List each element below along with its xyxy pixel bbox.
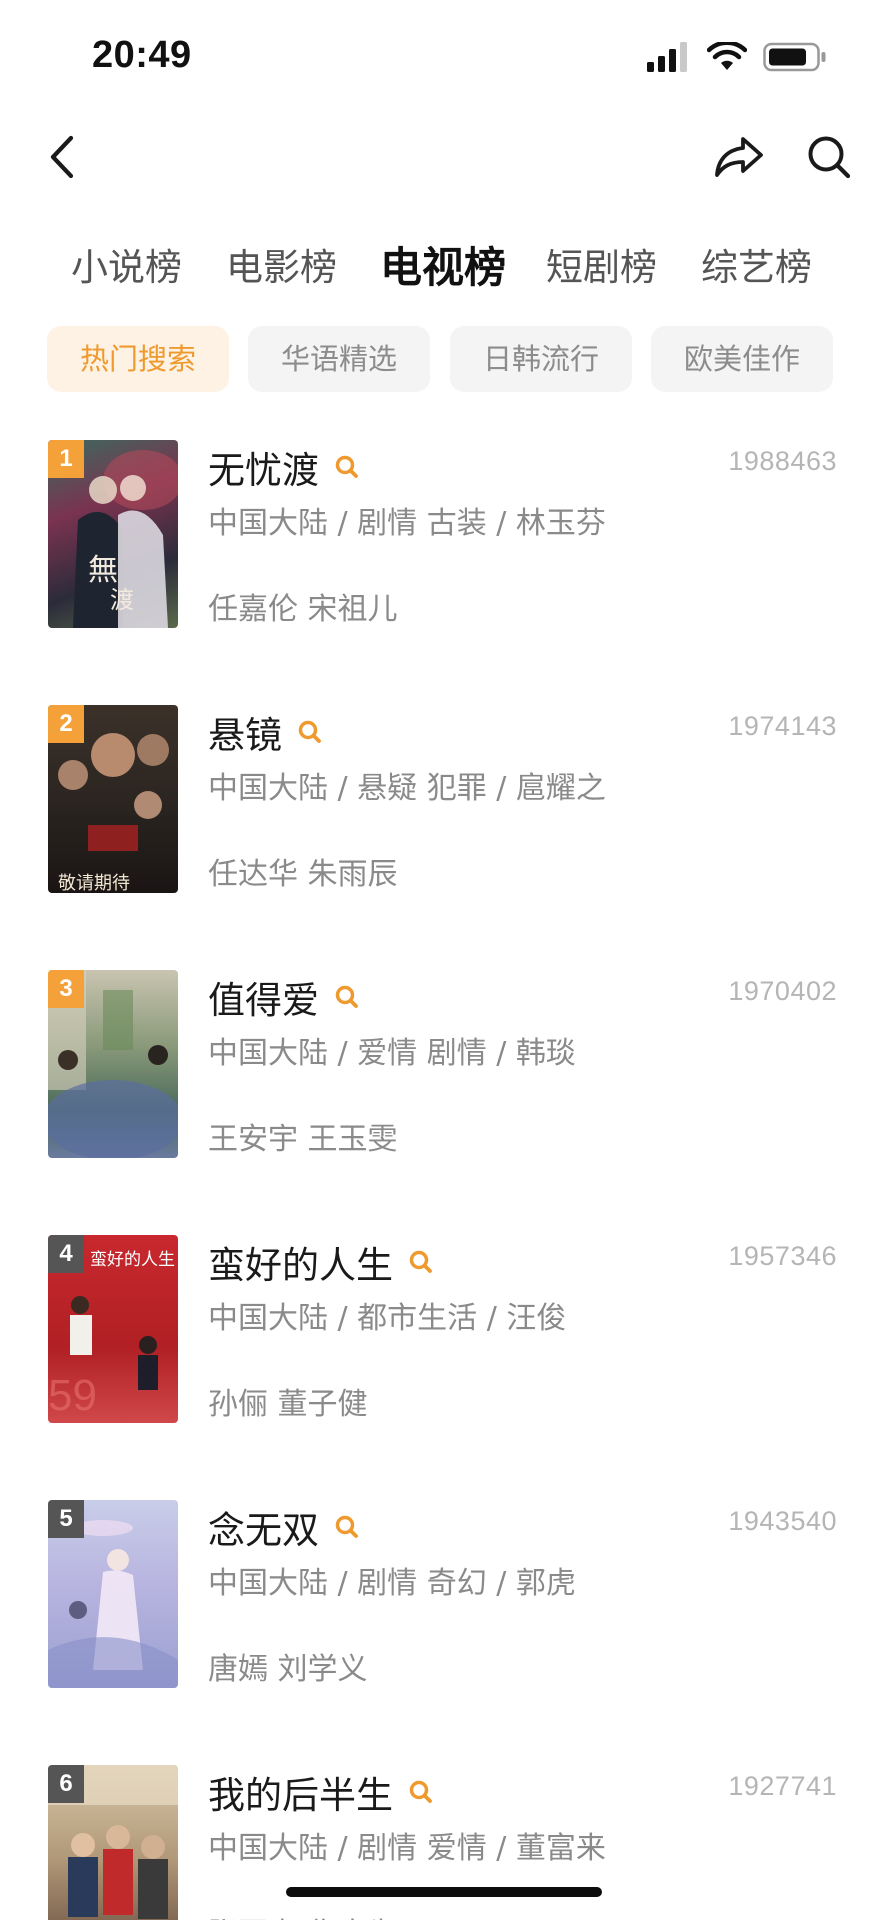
list-item[interactable]: 敬请期待 2 悬镜 1974143 中国大陆 / 悬疑 犯罪 / 扈耀之 任达华… — [0, 705, 887, 895]
item-meta: 中国大陆 / 悬疑 犯罪 / 扈耀之 — [208, 771, 606, 806]
battery-icon — [763, 42, 826, 72]
rank-badge: 1 — [48, 440, 84, 478]
search-icon[interactable] — [333, 983, 361, 1011]
item-cast: 任达华 朱雨辰 — [208, 857, 398, 892]
status-icons — [647, 42, 827, 72]
search-icon[interactable] — [407, 1248, 435, 1276]
hot-score: 1957346 — [728, 1241, 837, 1271]
chevron-left-icon — [50, 135, 74, 179]
tab-novel[interactable]: 小说榜 — [71, 232, 182, 304]
item-meta: 中国大陆 / 剧情 爱情 / 董富来 — [208, 1831, 606, 1866]
search-icon[interactable] — [333, 453, 361, 481]
item-title[interactable]: 悬镜 — [208, 705, 282, 759]
tab-short-drama[interactable]: 短剧榜 — [546, 232, 657, 304]
search-icon[interactable] — [333, 1513, 361, 1541]
wifi-icon — [707, 42, 747, 70]
hot-score: 1974143 — [728, 711, 837, 741]
svg-text:59: 59 — [48, 1371, 97, 1420]
rank-badge: 3 — [48, 970, 84, 1008]
title-row: 无忧渡 — [208, 442, 361, 492]
back-button[interactable] — [36, 124, 88, 190]
status-time: 20:49 — [92, 34, 192, 76]
poster-image[interactable]: 蛮好的人生 59 4 — [48, 1235, 178, 1423]
rank-badge: 2 — [48, 705, 84, 743]
poster-image[interactable]: 6 — [48, 1765, 178, 1920]
chip-chinese[interactable]: 华语精选 — [248, 326, 430, 392]
tab-tv[interactable]: 电视榜 — [380, 232, 506, 304]
svg-text:無: 無 — [88, 553, 118, 588]
item-title[interactable]: 念无双 — [208, 1500, 319, 1554]
title-row: 值得爱 — [208, 972, 361, 1022]
poster-image[interactable]: 3 — [48, 970, 178, 1158]
rank-badge: 5 — [48, 1500, 84, 1538]
item-title[interactable]: 蛮好的人生 — [208, 1235, 393, 1289]
tab-variety[interactable]: 综艺榜 — [701, 232, 812, 304]
filter-chips: 热门搜索 华语精选 日韩流行 欧美佳作 — [0, 326, 887, 394]
item-title[interactable]: 我的后半生 — [208, 1765, 393, 1819]
title-row: 我的后半生 — [208, 1767, 435, 1817]
item-cast: 唐嫣 刘学义 — [208, 1652, 368, 1687]
hot-score: 1943540 — [728, 1506, 837, 1536]
cellular-signal-icon — [647, 42, 687, 72]
item-cast: 任嘉伦 宋祖儿 — [208, 592, 398, 627]
item-cast: 孙俪 董子健 — [208, 1387, 368, 1422]
hot-score: 1927741 — [728, 1771, 837, 1801]
chip-hot-search[interactable]: 热门搜索 — [47, 326, 229, 392]
item-meta: 中国大陆 / 剧情 奇幻 / 郭虎 — [208, 1566, 576, 1601]
category-tabs: 小说榜 电影榜 电视榜 短剧榜 综艺榜 — [0, 232, 887, 312]
page: 20:49 小说榜 电影榜 电视榜 短剧榜 综艺榜 热门搜索 华语精选 日韩流行… — [0, 0, 887, 1920]
poster-image[interactable]: 無 渡 1 — [48, 440, 178, 628]
rank-badge: 6 — [48, 1765, 84, 1803]
svg-text:渡: 渡 — [110, 586, 134, 614]
poster-image[interactable]: 5 — [48, 1500, 178, 1688]
status-bar: 20:49 — [0, 0, 887, 110]
item-meta: 中国大陆 / 爱情 剧情 / 韩琰 — [208, 1036, 576, 1071]
share-button[interactable] — [709, 124, 769, 190]
hot-score: 1970402 — [728, 976, 837, 1006]
item-title[interactable]: 值得爱 — [208, 970, 319, 1024]
home-indicator[interactable] — [286, 1887, 602, 1897]
rank-badge: 4 — [48, 1235, 84, 1273]
item-meta: 中国大陆 / 剧情 古装 / 林玉芬 — [208, 506, 606, 541]
item-cast: 张国立 佟大为 — [208, 1909, 398, 1920]
chip-western[interactable]: 欧美佳作 — [651, 326, 833, 392]
title-row: 念无双 — [208, 1502, 361, 1552]
search-icon[interactable] — [407, 1778, 435, 1806]
search-icon[interactable] — [296, 718, 324, 746]
poster-image[interactable]: 敬请期待 2 — [48, 705, 178, 893]
share-icon — [715, 137, 763, 177]
nav-bar — [0, 110, 887, 210]
poster-caption: 敬请期待 — [58, 873, 130, 893]
search-button[interactable] — [799, 124, 859, 190]
chip-japan-korea[interactable]: 日韩流行 — [450, 326, 632, 392]
list-item[interactable]: 無 渡 1 无忧渡 1988463 中国大陆 / 剧情 古装 / 林玉芬 任嘉伦… — [0, 440, 887, 630]
tab-movie[interactable]: 电影榜 — [226, 232, 337, 304]
item-title[interactable]: 无忧渡 — [208, 440, 319, 494]
poster-caption: 蛮好的人生 — [90, 1250, 175, 1270]
list-item[interactable]: 3 值得爱 1970402 中国大陆 / 爱情 剧情 / 韩琰 王安宇 王玉雯 — [0, 970, 887, 1160]
item-cast: 王安宇 王玉雯 — [208, 1122, 398, 1157]
title-row: 蛮好的人生 — [208, 1237, 435, 1287]
title-row: 悬镜 — [208, 707, 324, 757]
list-item[interactable]: 蛮好的人生 59 4 蛮好的人生 1957346 中国大陆 / 都市生活 / 汪… — [0, 1235, 887, 1425]
search-icon — [808, 136, 851, 179]
item-meta: 中国大陆 / 都市生活 / 汪俊 — [208, 1301, 567, 1336]
list-item[interactable]: 5 念无双 1943540 中国大陆 / 剧情 奇幻 / 郭虎 唐嫣 刘学义 — [0, 1500, 887, 1690]
hot-score: 1988463 — [728, 446, 837, 476]
